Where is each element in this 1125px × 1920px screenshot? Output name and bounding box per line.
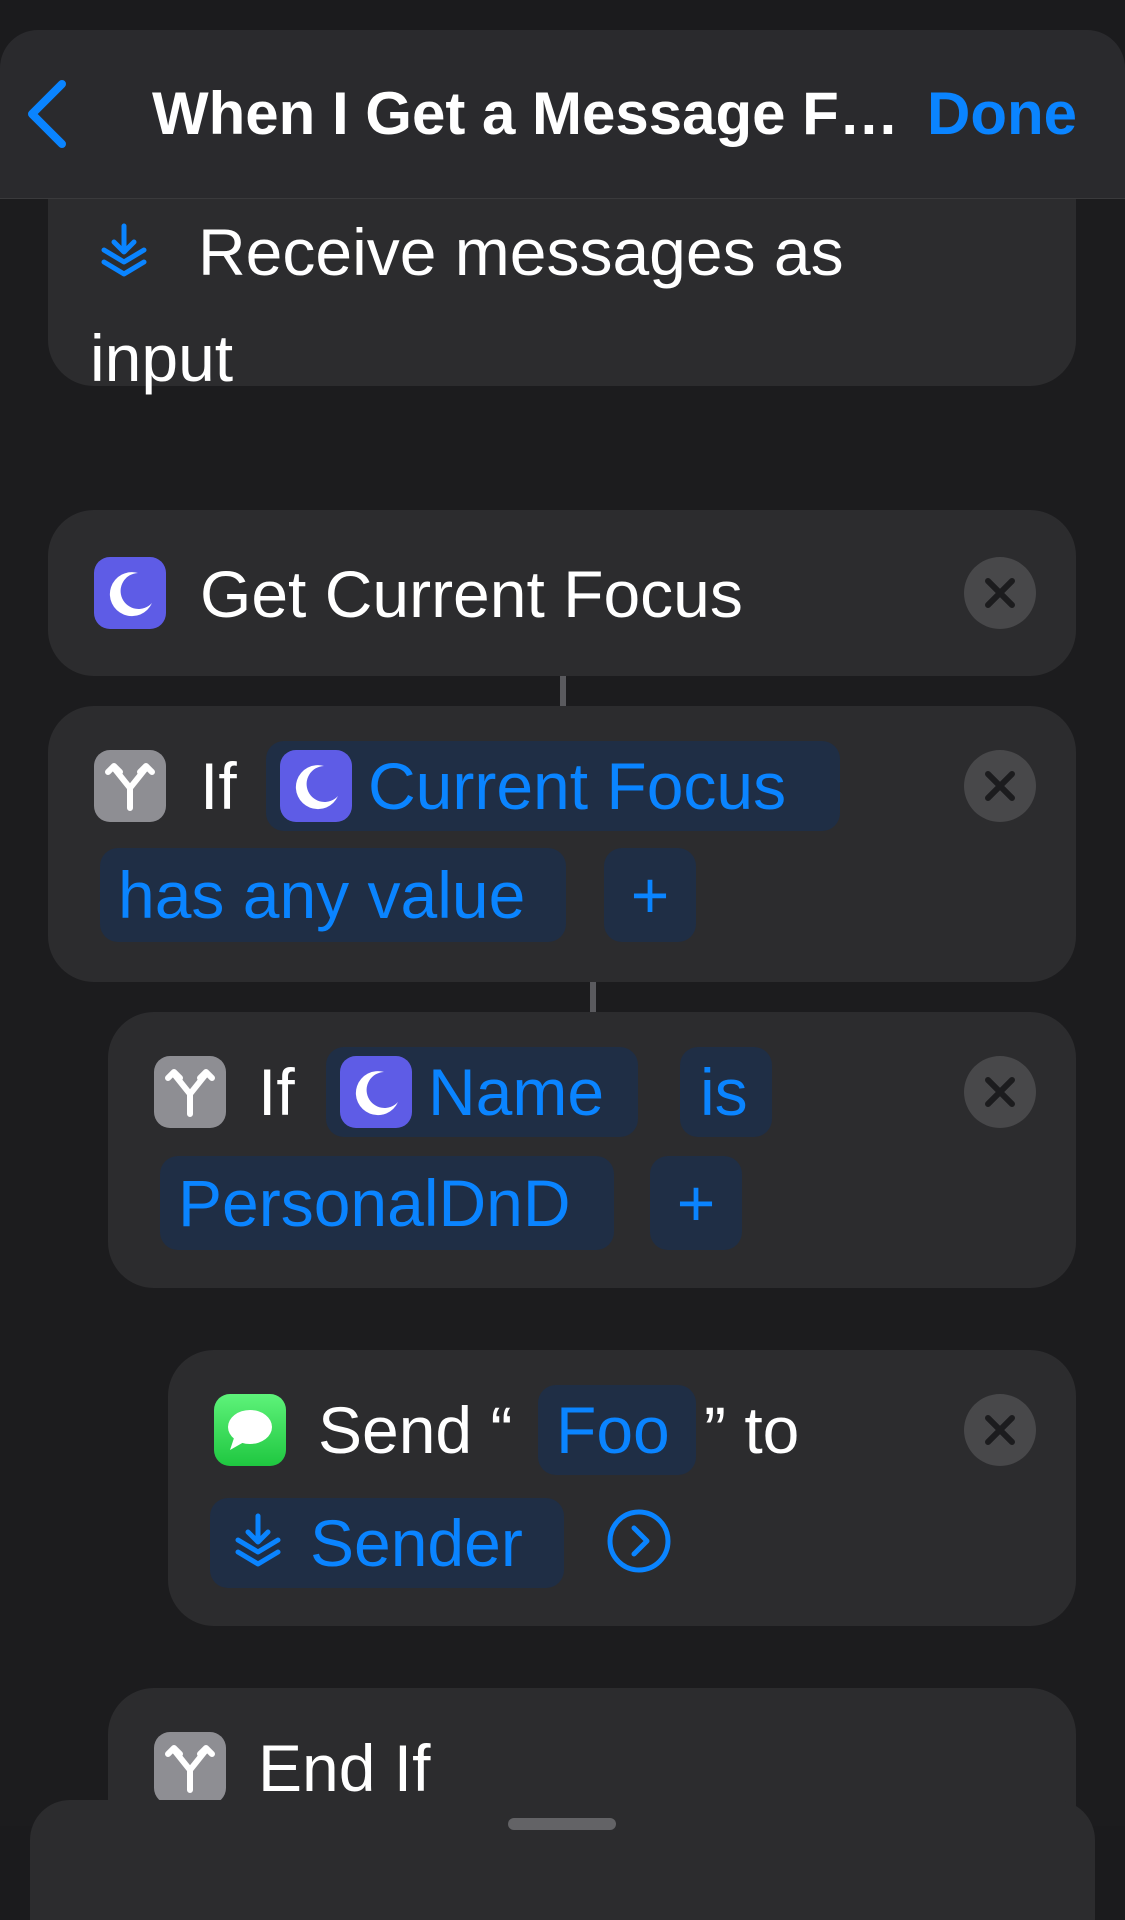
- send-word: Send “: [318, 1393, 513, 1467]
- branch-tile: [94, 750, 166, 822]
- name-variable-label: Name: [428, 1055, 605, 1129]
- sheet-grabber[interactable]: [508, 1818, 616, 1830]
- remove-action-button[interactable]: [964, 1056, 1036, 1128]
- if-name-card[interactable]: If Name is PersonalDnD +: [108, 1012, 1076, 1288]
- remove-action-button[interactable]: [964, 557, 1036, 629]
- close-icon: [985, 578, 1015, 608]
- if-current-focus-card[interactable]: If Current Focus has any value +: [48, 706, 1076, 982]
- current-focus-variable-label: Current Focus: [368, 749, 787, 823]
- moon-icon: [295, 765, 338, 810]
- chevron-right-circle-icon: [607, 1509, 671, 1573]
- to-word: ” to: [704, 1393, 800, 1467]
- add-condition-button[interactable]: +: [604, 848, 696, 942]
- remove-action-button[interactable]: [964, 750, 1036, 822]
- navigation-bar: When I Get a Message F… Done: [0, 30, 1125, 199]
- condition-label: has any value: [118, 858, 526, 932]
- branch-icon: [165, 1745, 215, 1793]
- get-current-focus-label: Get Current Focus: [200, 557, 743, 631]
- branch-icon: [105, 763, 155, 811]
- focus-tile: [94, 557, 166, 629]
- connector-line: [590, 982, 596, 1012]
- value-label: PersonalDnD: [178, 1166, 571, 1240]
- shortcut-title[interactable]: When I Get a Message F…: [152, 74, 899, 154]
- operator-label: is: [700, 1055, 748, 1129]
- operator-selector[interactable]: is: [680, 1047, 772, 1137]
- add-icon: +: [676, 1166, 716, 1240]
- receive-input-icon: [101, 223, 147, 277]
- done-button[interactable]: Done: [927, 74, 1077, 154]
- condition-selector[interactable]: has any value: [100, 848, 566, 942]
- back-button[interactable]: [24, 74, 84, 154]
- recipient-variable[interactable]: Sender: [210, 1498, 564, 1588]
- moon-icon: [109, 572, 152, 617]
- moon-icon: [355, 1071, 398, 1116]
- messages-tile: [214, 1394, 286, 1466]
- end-if-label: End If: [258, 1731, 431, 1805]
- focus-tile: [280, 750, 352, 822]
- connector-line: [560, 676, 566, 706]
- name-variable[interactable]: Name: [326, 1047, 638, 1137]
- recipient-label: Sender: [310, 1506, 523, 1580]
- branch-tile: [154, 1056, 226, 1128]
- remove-action-button[interactable]: [964, 1394, 1036, 1466]
- add-condition-button[interactable]: +: [650, 1156, 742, 1250]
- messages-icon: [228, 1410, 272, 1450]
- editor-sheet: When I Get a Message F… Done Receive mes…: [0, 30, 1125, 1826]
- receive-input-label: Receive messages as: [198, 215, 844, 289]
- receive-input-label-line2: input: [90, 321, 234, 395]
- current-focus-variable[interactable]: Current Focus: [266, 741, 840, 831]
- add-icon: +: [630, 858, 670, 932]
- send-message-card[interactable]: Send “ Foo ” to Sender: [168, 1350, 1076, 1626]
- message-field[interactable]: Foo: [538, 1385, 696, 1475]
- receive-input-icon: [235, 1513, 281, 1567]
- close-icon: [985, 1415, 1015, 1445]
- if-keyword: If: [258, 1055, 295, 1129]
- branch-icon: [165, 1069, 215, 1117]
- close-icon: [985, 1077, 1015, 1107]
- message-label: Foo: [556, 1393, 670, 1467]
- branch-tile: [154, 1732, 226, 1804]
- get-current-focus-card[interactable]: Get Current Focus: [48, 510, 1076, 676]
- if-keyword: If: [200, 749, 237, 823]
- value-field[interactable]: PersonalDnD: [160, 1156, 614, 1250]
- close-icon: [985, 771, 1015, 801]
- show-more-button[interactable]: [606, 1508, 672, 1574]
- chevron-left-icon: [28, 80, 66, 148]
- focus-tile: [340, 1056, 412, 1128]
